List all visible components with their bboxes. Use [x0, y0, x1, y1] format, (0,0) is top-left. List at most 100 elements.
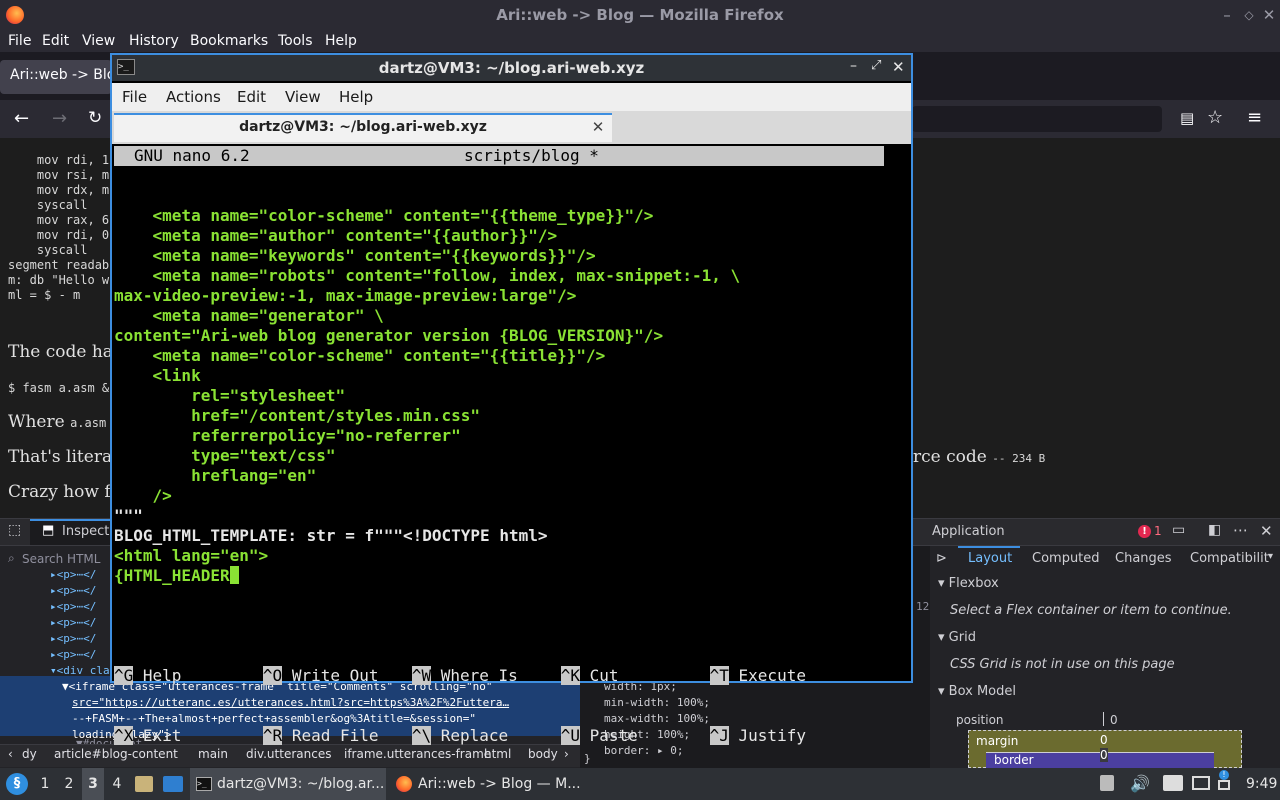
- menu-tools[interactable]: Tools: [278, 30, 313, 52]
- position-divider: [1103, 712, 1104, 726]
- editor-line: />: [114, 486, 172, 505]
- terminal-tab-close-icon[interactable]: ✕: [588, 114, 608, 140]
- nano-editor[interactable]: <meta name="color-scheme" content="{{the…: [114, 186, 740, 606]
- terminal-menu-help[interactable]: Help: [339, 83, 373, 111]
- shortcut-write-out[interactable]: Write Out: [292, 666, 412, 686]
- shortcut-exit[interactable]: Exit: [143, 726, 263, 746]
- back-arrow-icon[interactable]: ←: [14, 108, 29, 129]
- expand-icon: ▾: [938, 576, 945, 591]
- update-notification-icon[interactable]: !: [1219, 770, 1229, 780]
- editor-line: <meta name="author" content="{{author}}"…: [114, 226, 558, 245]
- clock[interactable]: 9:49: [1246, 768, 1277, 800]
- shortcut-justify[interactable]: Justify: [739, 726, 806, 745]
- tree-row[interactable]: ▸<p>⋯</: [50, 583, 110, 599]
- tree-row[interactable]: ▸<p>⋯</: [50, 631, 110, 647]
- dock-side-icon[interactable]: ◧: [1208, 522, 1221, 538]
- shortcut-cut[interactable]: Cut: [590, 666, 710, 686]
- network-icon[interactable]: [1192, 776, 1210, 790]
- tree-row[interactable]: ▸<p>⋯</: [50, 567, 110, 583]
- element-picker-icon[interactable]: ⬚: [8, 522, 21, 538]
- code-line: mov rax, 6: [8, 213, 110, 227]
- terminal-close-icon[interactable]: ✕: [892, 58, 905, 76]
- error-icon[interactable]: !: [1138, 525, 1151, 538]
- shortcut-execute[interactable]: Execute: [739, 666, 806, 685]
- terminal-menu-edit[interactable]: Edit: [237, 83, 266, 111]
- breadcrumb-arrow-left-icon[interactable]: ‹: [8, 747, 13, 761]
- task-firefox[interactable]: Ari::web -> Blog — M...: [418, 768, 581, 800]
- menu-file[interactable]: File: [8, 30, 31, 52]
- code-line: ml = $ - m: [8, 288, 81, 302]
- terminal-task-icon: >_: [196, 777, 212, 791]
- workspace-1[interactable]: 1: [34, 768, 56, 800]
- shortcut-paste[interactable]: Paste: [590, 726, 710, 746]
- tab-application[interactable]: Application: [932, 524, 1005, 539]
- editor-line: content="Ari-web blog generator version …: [114, 326, 664, 345]
- task-terminal-label: dartz@VM3: ~/blog.ar...: [217, 776, 385, 792]
- border-label: border: [994, 753, 1034, 767]
- sidebar-toggle-icon[interactable]: ⊳: [936, 551, 947, 566]
- start-menu-icon[interactable]: §: [6, 773, 28, 795]
- editor-line: hreflang="en": [114, 466, 317, 485]
- search-icon: ⌕: [8, 551, 15, 565]
- more-options-icon[interactable]: ⋯: [1233, 521, 1248, 539]
- flexbox-section-header[interactable]: ▾ Flexbox: [938, 576, 999, 591]
- paragraph-3-tail-text: rce code: [913, 447, 987, 467]
- box-model-section-header[interactable]: ▾ Box Model: [938, 684, 1016, 699]
- tab-changes[interactable]: Changes: [1115, 551, 1172, 566]
- clipboard-icon[interactable]: [1100, 775, 1114, 791]
- tab-computed[interactable]: Computed: [1032, 551, 1100, 566]
- line-number: 12: [916, 600, 930, 613]
- markup-tree: ▸<p>⋯</ ▸<p>⋯</ ▸<p>⋯</ ▸<p>⋯</ ▸<p>⋯</ …: [50, 567, 110, 679]
- minimize-icon[interactable]: –: [1216, 4, 1238, 26]
- volume-icon[interactable]: 🔊: [1130, 774, 1150, 793]
- terminal-minimize-icon[interactable]: –: [850, 58, 857, 74]
- editor-line: max-video-preview:-1, max-image-preview:…: [114, 286, 577, 305]
- menu-bookmarks[interactable]: Bookmarks: [190, 30, 268, 52]
- shortcut-help[interactable]: Help: [143, 666, 263, 686]
- terminal-menu-view[interactable]: View: [285, 83, 321, 111]
- shortcut-read-file[interactable]: Read File: [292, 726, 412, 746]
- shortcut-where-is[interactable]: Where Is: [441, 666, 561, 686]
- close-icon[interactable]: ✕: [1258, 4, 1280, 26]
- chevron-down-icon[interactable]: ▾: [1268, 551, 1273, 562]
- terminal-menu-actions[interactable]: Actions: [166, 83, 221, 111]
- flexbox-note: Select a Flex container or item to conti…: [950, 603, 1232, 618]
- show-desktop-icon[interactable]: [163, 776, 183, 792]
- reload-icon[interactable]: ↻: [88, 108, 102, 128]
- tree-row[interactable]: ▸<p>⋯</: [50, 599, 110, 615]
- terminal-maximize-icon[interactable]: ⤢: [871, 58, 881, 73]
- grid-heading: Grid: [948, 630, 976, 645]
- url-bar[interactable]: [912, 106, 1162, 132]
- devtools-close-icon[interactable]: ✕: [1260, 522, 1273, 540]
- code-line: syscall: [8, 198, 88, 212]
- hamburger-menu-icon[interactable]: ≡: [1247, 107, 1262, 128]
- grid-section-header[interactable]: ▾ Grid: [938, 630, 976, 645]
- workspace-4[interactable]: 4: [106, 768, 128, 800]
- bookmark-star-icon[interactable]: ☆: [1207, 107, 1223, 128]
- terminal-menu-file[interactable]: File: [122, 83, 147, 111]
- shortcut-key: ^W: [411, 666, 432, 685]
- file-manager-icon[interactable]: [135, 776, 153, 792]
- shortcut-replace[interactable]: Replace: [441, 726, 561, 746]
- tree-row[interactable]: ▸<p>⋯</: [50, 615, 110, 631]
- menu-help[interactable]: Help: [325, 30, 357, 52]
- workspace-2[interactable]: 2: [58, 768, 80, 800]
- tab-compatibility[interactable]: Compatibilit: [1190, 551, 1269, 566]
- maximize-icon[interactable]: ◇: [1238, 4, 1260, 26]
- reader-view-icon[interactable]: ▤: [1180, 109, 1194, 127]
- firefox-window-title: Ari::web -> Blog — Mozilla Firefox: [496, 6, 784, 24]
- files-icon[interactable]: [1163, 775, 1183, 791]
- tree-row[interactable]: ▸<p>⋯</: [50, 647, 110, 663]
- forward-arrow-icon[interactable]: →: [52, 108, 67, 129]
- paragraph-3-tail: rce code -- 234 B: [913, 447, 1045, 467]
- workspace-3-active[interactable]: 3: [82, 768, 104, 800]
- battery-icon[interactable]: [1218, 780, 1230, 790]
- menu-history[interactable]: History: [129, 30, 179, 52]
- margin-label: margin: [976, 734, 1019, 748]
- breadcrumb-item[interactable]: dy: [22, 747, 37, 761]
- menu-edit[interactable]: Edit: [42, 30, 69, 52]
- search-html-input[interactable]: Search HTML: [22, 552, 100, 566]
- responsive-design-icon[interactable]: ▭: [1172, 522, 1185, 538]
- menu-view[interactable]: View: [82, 30, 115, 52]
- editor-line: <meta name="generator" \: [114, 306, 384, 325]
